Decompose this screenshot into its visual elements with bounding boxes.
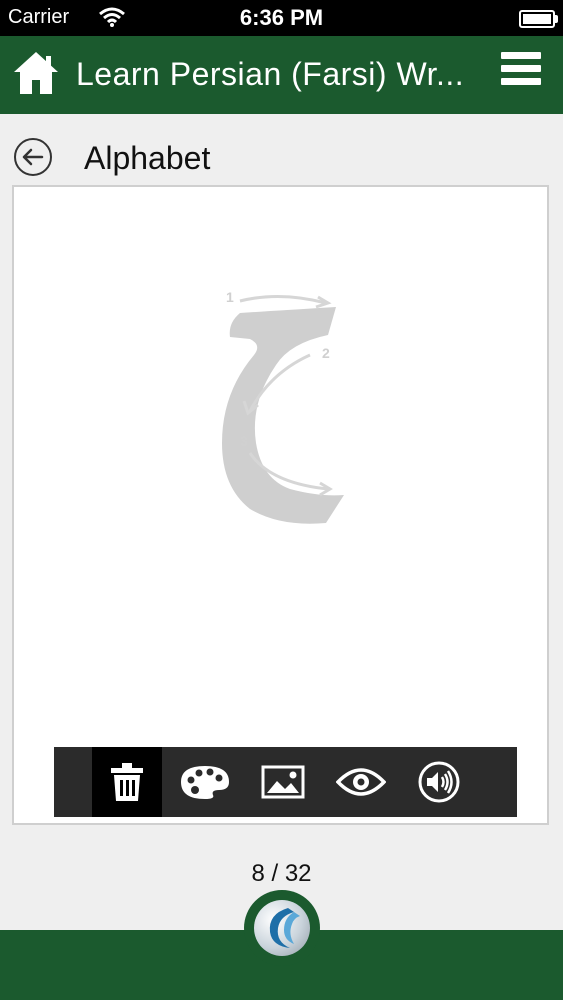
page-counter: 8 / 32 [251,860,312,887]
menu-icon[interactable] [501,52,541,92]
page-title: Alphabet [84,140,211,176]
app-title: Learn Persian (Farsi) Wr... [76,56,465,92]
drawing-canvas[interactable]: 1 2 3 [12,185,549,825]
image-icon[interactable] [248,747,318,817]
letter-guide-jim: 1 2 3 [210,283,360,533]
clock: 6:36 PM [239,5,324,30]
eye-icon[interactable] [326,747,396,817]
drawing-toolbar [54,747,517,817]
speaker-icon[interactable] [404,747,474,817]
app-logo-icon[interactable] [244,890,320,966]
status-bar: Carrier 6:36 PM [0,0,563,36]
back-arrow-icon[interactable] [14,138,52,176]
palette-icon[interactable] [170,747,240,817]
stroke-number-2: 2 [322,345,330,361]
app-header: Learn Persian (Farsi) Wr... [0,36,563,114]
stroke-number-3: 3 [240,433,248,449]
battery-icon [519,10,558,28]
stroke-number-1: 1 [226,289,234,305]
trash-icon[interactable] [92,747,162,817]
home-icon[interactable] [12,50,60,96]
